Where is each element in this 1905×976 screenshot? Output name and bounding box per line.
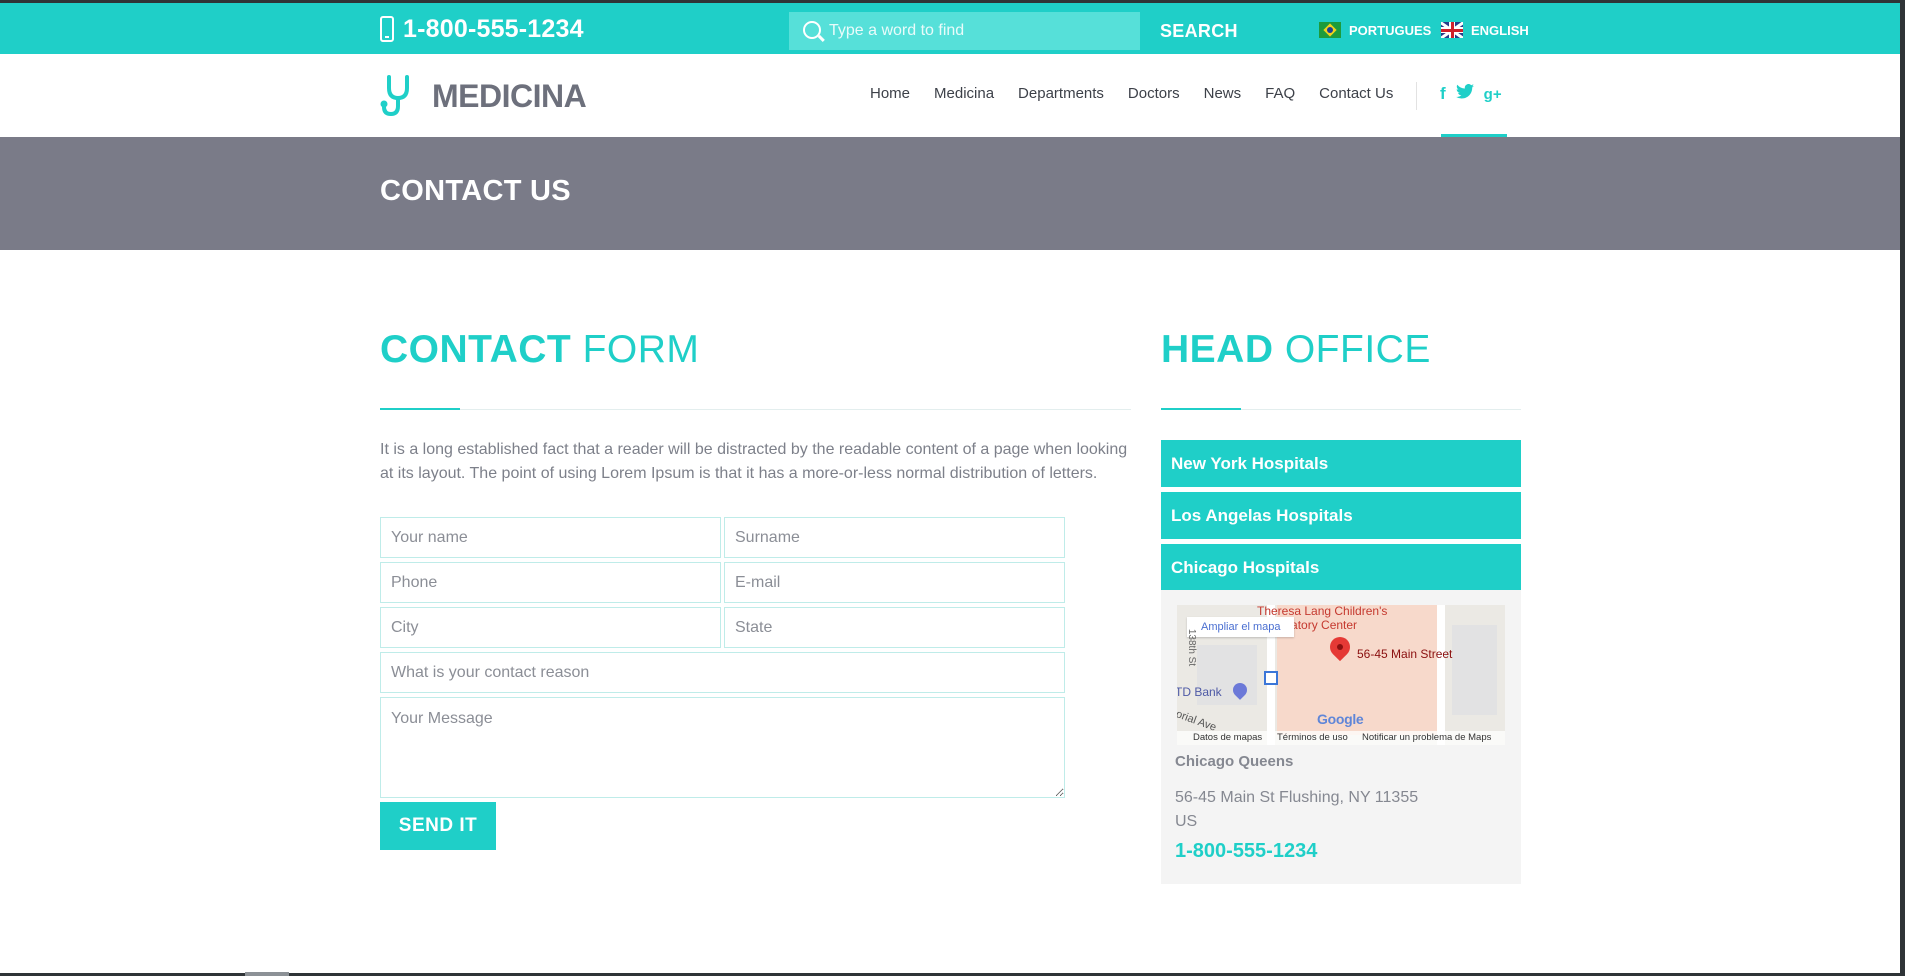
language-label: ENGLISH	[1471, 22, 1529, 38]
accordion-chicago[interactable]: Chicago Hospitals	[1161, 544, 1521, 591]
contact-reason-field[interactable]	[380, 652, 1065, 693]
nav-home[interactable]: Home	[870, 85, 910, 102]
nav-news[interactable]: News	[1204, 85, 1242, 102]
section-divider-accent	[1161, 408, 1241, 410]
map-pin-label: 56-45 Main Street	[1357, 647, 1453, 661]
address-line-1: 56-45 Main St Flushing, NY 11355	[1175, 789, 1419, 806]
google-logo: Google	[1317, 711, 1364, 727]
bus-stop-icon	[1264, 671, 1278, 685]
search-input[interactable]	[829, 12, 1129, 50]
top-phone-number: 1-800-555-1234	[403, 14, 584, 43]
brazil-flag-icon	[1319, 22, 1341, 38]
page-title-band: CONTACT US	[0, 137, 1900, 250]
mobile-phone-icon	[380, 16, 394, 42]
map-street-label: 138th St	[1186, 628, 1198, 667]
send-button[interactable]: SEND IT	[380, 802, 496, 850]
facebook-icon[interactable]: f	[1440, 84, 1446, 104]
language-label: PORTUGUES	[1349, 22, 1432, 38]
map-report-link[interactable]: Notificar un problema de Maps	[1362, 731, 1491, 745]
nav-departments[interactable]: Departments	[1018, 85, 1104, 102]
contact-form-heading: CONTACT FORM	[380, 328, 699, 372]
office-map[interactable]: Theresa Lang Children's Ambulatory Center…	[1177, 605, 1505, 745]
map-enlarge-link[interactable]: Ampliar el mapa	[1187, 617, 1295, 637]
site-logo[interactable]: MEDICINA	[380, 74, 587, 118]
social-links: f g+	[1440, 84, 1512, 104]
taskbar-indicator	[245, 972, 289, 976]
window-frame-right	[1900, 0, 1905, 976]
accordion-new-york[interactable]: New York Hospitals	[1161, 440, 1521, 487]
heading-light: FORM	[571, 328, 700, 371]
map-attribution: Datos de mapas Términos de uso Notificar…	[1177, 731, 1505, 745]
nav-contact-us[interactable]: Contact Us	[1319, 85, 1393, 102]
map-block	[1452, 625, 1497, 715]
surname-field[interactable]	[724, 517, 1065, 558]
map-terms-link[interactable]: Términos de uso	[1277, 731, 1348, 745]
google-plus-icon[interactable]: g+	[1484, 86, 1502, 103]
twitter-icon[interactable]	[1455, 84, 1474, 104]
top-phone[interactable]: 1-800-555-1234	[380, 13, 584, 45]
language-portugues[interactable]: PORTUGUES	[1319, 22, 1431, 38]
email-field[interactable]	[724, 562, 1065, 603]
city-field[interactable]	[380, 607, 721, 648]
address-line-2: US	[1175, 813, 1198, 830]
accordion-los-angelas[interactable]: Los Angelas Hospitals	[1161, 492, 1521, 539]
office-phone[interactable]: 1-800-555-1234	[1175, 840, 1317, 863]
map-bank-label: TD Bank	[1177, 685, 1222, 699]
search-box	[789, 12, 1140, 50]
main-header: MEDICINA Home Medicina Departments Docto…	[0, 54, 1900, 137]
map-road	[1437, 605, 1445, 745]
map-data-link[interactable]: Datos de mapas	[1193, 731, 1262, 745]
office-name: Chicago Queens	[1175, 753, 1294, 770]
contact-intro-text: It is a long established fact that a rea…	[380, 441, 1128, 482]
nav-faq[interactable]: FAQ	[1265, 85, 1295, 102]
search-icon	[803, 21, 821, 39]
message-field[interactable]	[380, 697, 1065, 798]
section-divider-accent	[380, 408, 460, 410]
uk-flag-icon	[1441, 22, 1463, 38]
logo-text: MEDICINA	[432, 77, 587, 114]
language-english[interactable]: ENGLISH	[1441, 22, 1529, 38]
top-bar: 1-800-555-1234 SEARCH PORTUGUES ENGLISH	[0, 3, 1900, 54]
head-office-heading: HEAD OFFICE	[1161, 328, 1431, 372]
state-field[interactable]	[724, 607, 1065, 648]
nav-doctors[interactable]: Doctors	[1128, 85, 1180, 102]
nav-medicina[interactable]: Medicina	[934, 85, 994, 102]
main-nav: Home Medicina Departments Doctors News F…	[870, 85, 1417, 102]
name-field[interactable]	[380, 517, 721, 558]
heading-light: OFFICE	[1273, 328, 1431, 371]
heading-bold: CONTACT	[380, 328, 572, 371]
office-address: 56-45 Main St Flushing, NY 11355 US	[1175, 786, 1418, 834]
nav-divider	[1416, 82, 1417, 110]
stethoscope-icon	[380, 75, 409, 117]
search-button[interactable]: SEARCH	[1160, 21, 1238, 42]
heading-bold: HEAD	[1161, 328, 1274, 371]
phone-field[interactable]	[380, 562, 721, 603]
page-title: CONTACT US	[380, 175, 571, 207]
section-divider	[380, 409, 1131, 410]
map-street-label: orial Ave	[1177, 708, 1218, 734]
